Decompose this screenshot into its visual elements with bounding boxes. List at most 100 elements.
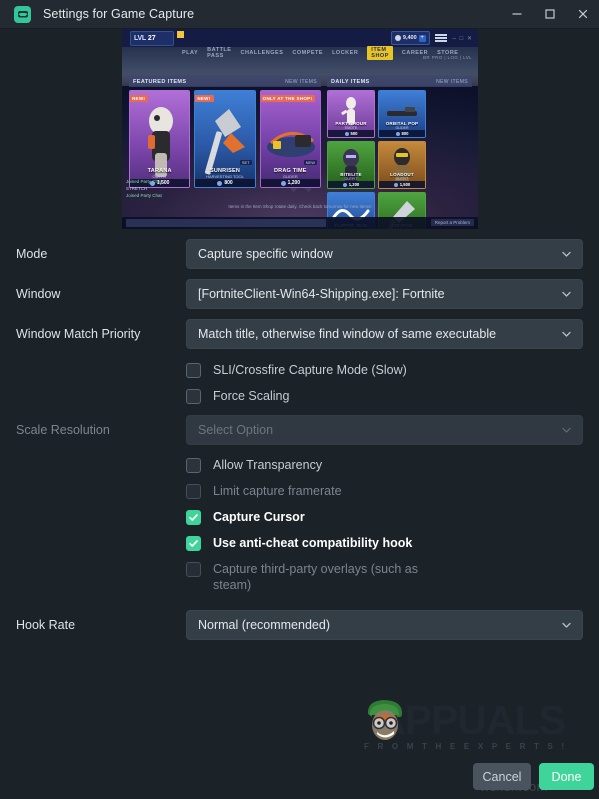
preview-panel-title: DAILY ITEMS (331, 78, 370, 85)
sli-crossfire-checkbox[interactable] (186, 363, 201, 378)
checkbox-row-limit-capture-framerate[interactable]: Limit capture framerate (186, 478, 583, 504)
watermark-tagline: F R O M T H E E X P E R T S ! (364, 742, 568, 751)
preview-item-card[interactable]: LOADOUT OUTFIT 1,500 (378, 141, 426, 189)
preview-item-price: 1,200 (328, 181, 374, 188)
field-row-capture-cursor: Capture Cursor (0, 504, 599, 530)
preview-footer-note: Items in the Item Shop rotate daily. Che… (228, 204, 372, 209)
preview-nav-item: CAREER (401, 50, 429, 56)
field-row-third-party-overlays: Capture third-party overlays (such as st… (0, 556, 599, 598)
preview-panel-header: DAILY ITEMS NEW ITEMS (327, 76, 472, 87)
chevron-down-icon (561, 289, 572, 300)
hook-rate-select[interactable]: Normal (recommended) (186, 610, 583, 640)
preview-item-price-value: 800 (224, 180, 233, 186)
preview-nav-item: PLAY (182, 50, 199, 56)
close-icon[interactable] (566, 0, 599, 28)
scale-resolution-select: Select Option (186, 415, 583, 445)
limit-capture-framerate-label: Limit capture framerate (213, 484, 342, 498)
preview-level-label: LVL (134, 35, 146, 42)
chevron-down-icon (561, 249, 572, 260)
preview-card-grid: NEW! TARANA OUTFIT 1,500 NEW! SET SUNRIS… (129, 90, 321, 188)
preview-nav-item: LOCKER (332, 50, 359, 56)
field-row-limit-capture-framerate: Limit capture framerate (0, 478, 599, 504)
preview-nav: PLAY BATTLE PASS CHALLENGES COMPETE LOCK… (182, 46, 458, 60)
checkbox-row-sli-crossfire[interactable]: SLI/Crossfire Capture Mode (Slow) (186, 357, 583, 383)
preview-item-card[interactable]: BITELITE OUTFIT 1,200 (327, 141, 375, 189)
preview-item-card[interactable]: PARTY HOUR EMOTE 500 (327, 90, 375, 138)
minimize-icon[interactable] (500, 0, 533, 28)
mode-select[interactable]: Capture specific window (186, 239, 583, 269)
sli-crossfire-label: SLI/Crossfire Capture Mode (Slow) (213, 363, 407, 377)
preview-vbucks-amount: 9,400 (402, 35, 417, 41)
field-row-force-scaling: Force Scaling (0, 383, 599, 409)
preview-item-card[interactable]: NEW! SET SUNRISEN HARVESTING TOOL 800 (194, 90, 256, 188)
preview-window-caption: – □ ✕ (452, 35, 473, 42)
preview-item-price-value: 500 (350, 131, 358, 136)
preview-report-button: Report a Problem (430, 219, 474, 226)
preview-level-badge: LVL 27 (130, 31, 184, 46)
preview-nav-item-selected: ITEM SHOP (367, 46, 393, 60)
field-row-mode: Mode Capture specific window (0, 239, 599, 269)
field-row-sli-crossfire: SLI/Crossfire Capture Mode (Slow) (0, 357, 599, 383)
maximize-icon[interactable] (533, 0, 566, 28)
preview-nav-item: CHALLENGES (240, 50, 284, 56)
done-button[interactable]: Done (539, 763, 594, 790)
vbucks-coin-icon (217, 180, 223, 186)
appuals-watermark: APPUALS F R O M T H E E X P E R T S ! (362, 696, 577, 756)
preview-featured-panel: FEATURED ITEMS NEW ITEMS NEW! TARANA OUT… (129, 76, 321, 188)
checkbox-row-anti-cheat-hook[interactable]: Use anti-cheat compatibility hook (186, 530, 583, 556)
limit-capture-framerate-checkbox[interactable] (186, 484, 201, 499)
preview-item-price: 1,200 (260, 179, 320, 187)
settings-window: Settings for Game Capture ✕ LVL 27 (0, 0, 599, 799)
preview-item-card[interactable]: ONLY AT THE SHOP! NEW DRAG TIME GLIDER 1… (259, 90, 321, 188)
preview-item-badge: ONLY AT THE SHOP! (260, 95, 316, 102)
mode-select-value: Capture specific window (198, 247, 333, 261)
cancel-button[interactable]: Cancel (473, 763, 531, 790)
chevron-down-icon (561, 425, 572, 436)
field-row-window: Window [FortniteClient-Win64-Shipping.ex… (0, 279, 599, 309)
checkbox-row-allow-transparency[interactable]: Allow Transparency (186, 452, 583, 478)
window-match-priority-select-value: Match title, otherwise find window of sa… (198, 327, 497, 341)
preview-item-price-value: 1,200 (287, 180, 301, 186)
preview-hud: 9,400 + – □ ✕ (390, 31, 473, 45)
window-title: Settings for Game Capture (43, 7, 195, 21)
vbucks-coin-icon (394, 35, 401, 41)
allow-transparency-checkbox[interactable] (186, 458, 201, 473)
game-capture-preview[interactable]: ✕ LVL 27 9,400 + – □ ✕ BR PRO | LOG | LV… (122, 29, 478, 229)
window-match-priority-select[interactable]: Match title, otherwise find window of sa… (186, 319, 583, 349)
checkbox-row-third-party-overlays[interactable]: Capture third-party overlays (such as st… (186, 556, 583, 598)
third-party-overlays-checkbox[interactable] (186, 562, 201, 577)
preview-item-badge: NEW! (130, 95, 149, 102)
app-icon (14, 5, 31, 23)
preview-nav-item: BATTLE PASS (207, 47, 232, 59)
anti-cheat-hook-checkbox[interactable] (186, 536, 201, 551)
field-row-scale-resolution: Scale Resolution Select Option (0, 415, 599, 445)
preview-item-price-value: 1,500 (399, 182, 411, 187)
preview-vbucks-badge: 9,400 + (390, 31, 430, 45)
preview-item-card[interactable]: ORBITAL POP GLIDER 800 (378, 90, 426, 138)
preview-menu-icon (434, 34, 447, 42)
preview-vbucks-plus-icon: + (418, 34, 426, 42)
capture-cursor-checkbox[interactable] (186, 510, 201, 525)
preview-item-price-value: 800 (401, 131, 409, 136)
vbucks-coin-icon (342, 182, 347, 187)
preview-panel-title: FEATURED ITEMS (133, 78, 187, 85)
anti-cheat-hook-label: Use anti-cheat compatibility hook (213, 536, 413, 550)
window-controls (500, 0, 599, 28)
preview-chat-line: STRETCH (126, 186, 148, 191)
chevron-down-icon (561, 329, 572, 340)
field-row-anti-cheat-hook: Use anti-cheat compatibility hook (0, 530, 599, 556)
preview-chat-log: Joined Party Chat STRETCH Joined Party C… (126, 178, 162, 199)
preview-item-card[interactable]: NEW! TARANA OUTFIT 1,500 (129, 90, 191, 188)
checkbox-row-capture-cursor[interactable]: Capture Cursor (186, 504, 583, 530)
preview-item-tag: SET (239, 160, 252, 165)
preview-nav-item: STORE (437, 50, 459, 56)
force-scaling-label: Force Scaling (213, 389, 290, 403)
field-row-window-match-priority: Window Match Priority Match title, other… (0, 319, 599, 349)
vbucks-coin-icon (280, 180, 286, 186)
window-select[interactable]: [FortniteClient-Win64-Shipping.exe]: For… (186, 279, 583, 309)
preview-nav-item: COMPETE (292, 50, 324, 56)
force-scaling-checkbox[interactable] (186, 389, 201, 404)
window-select-value: [FortniteClient-Win64-Shipping.exe]: For… (198, 287, 445, 301)
checkbox-row-force-scaling[interactable]: Force Scaling (186, 383, 583, 409)
preview-item-price: 800 (195, 179, 255, 187)
